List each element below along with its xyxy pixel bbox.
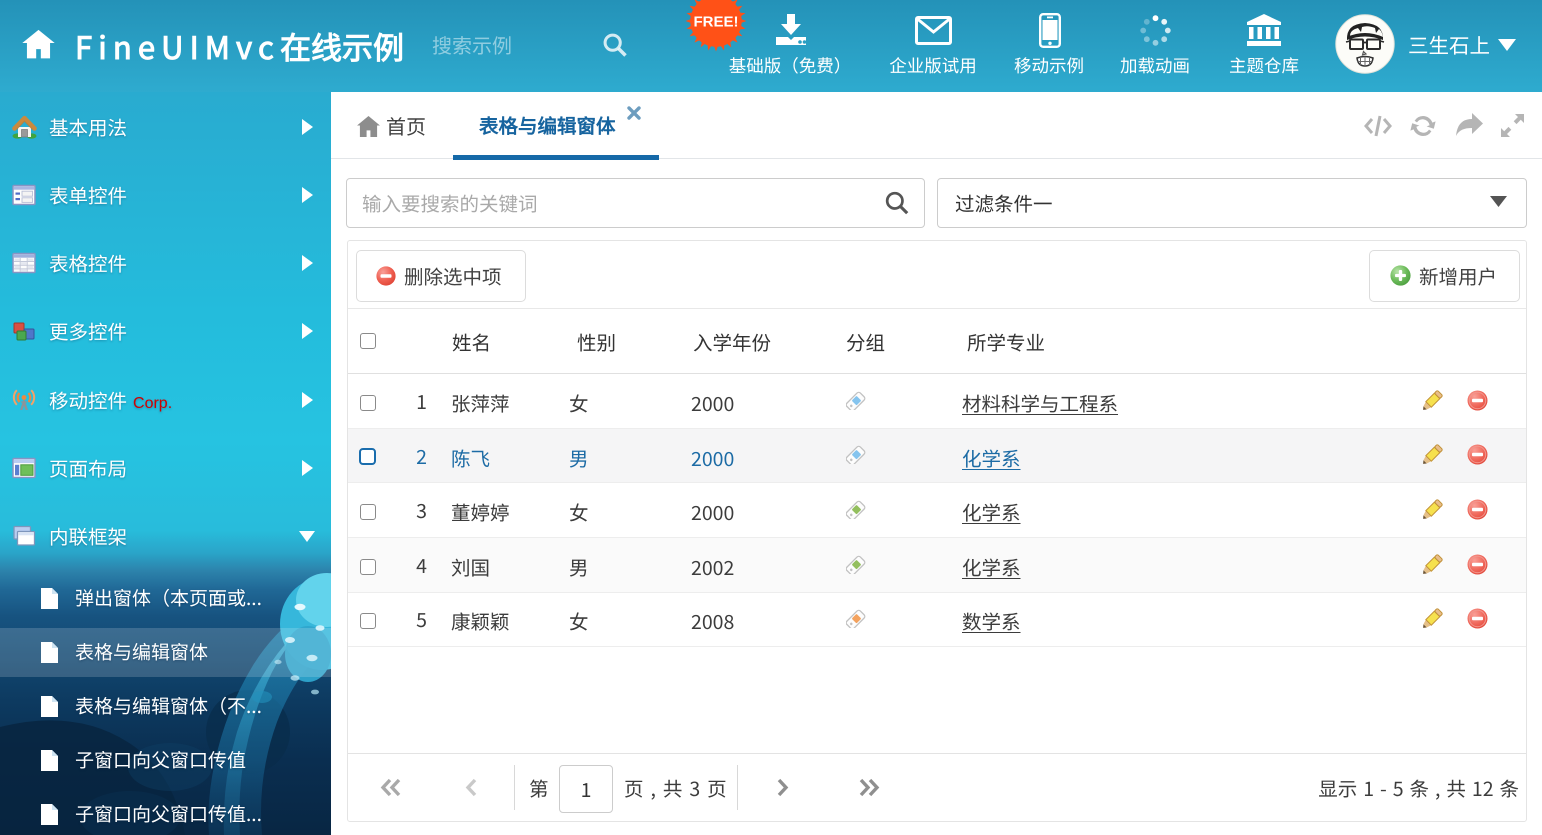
svg-text:FREE!: FREE! <box>694 14 739 31</box>
